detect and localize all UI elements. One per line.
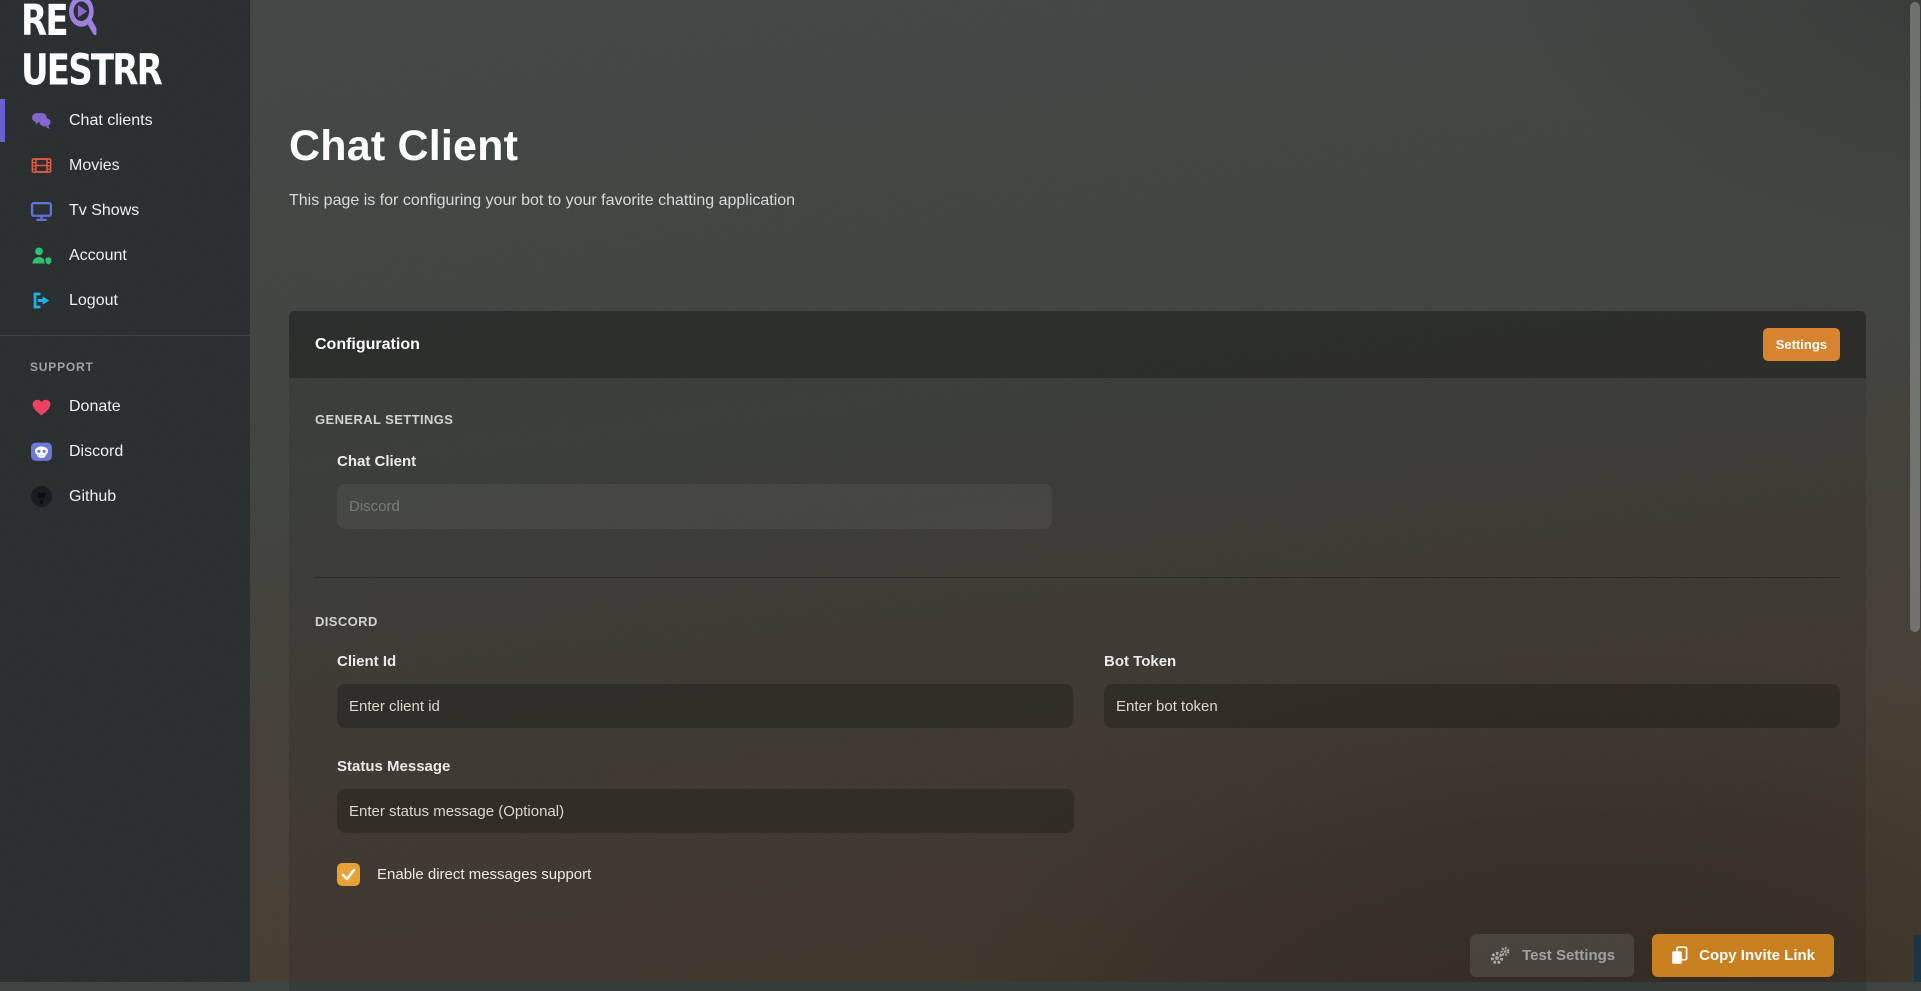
sidebar-item-logout[interactable]: Logout (0, 278, 250, 323)
user-shield-icon (30, 244, 53, 267)
sidebar: REUESTRR Chat clients Movies Tv Shows (0, 0, 250, 982)
sidebar-item-label: Discord (69, 443, 123, 461)
dm-support-checkbox-row[interactable]: Enable direct messages support (337, 863, 1840, 886)
status-message-input[interactable] (337, 789, 1074, 833)
sidebar-item-donate[interactable]: Donate (0, 384, 250, 429)
logo-text: REUESTRR (21, 0, 232, 95)
status-message-field-group: Status Message (337, 758, 1840, 833)
copy-invite-link-label: Copy Invite Link (1699, 947, 1815, 964)
active-indicator (0, 99, 5, 142)
page-title: Chat Client (289, 122, 795, 171)
chat-client-select[interactable]: Discord (337, 484, 1052, 529)
sidebar-divider (0, 335, 250, 336)
magnifier-play-q-icon (68, 0, 97, 48)
logo-text-pre: RE (21, 0, 67, 45)
chat-client-label: Chat Client (337, 453, 1840, 470)
tv-icon (30, 199, 53, 222)
sidebar-item-label: Donate (69, 398, 121, 416)
configuration-card: Configuration Settings GENERAL SETTINGS … (289, 311, 1866, 991)
dm-support-label: Enable direct messages support (377, 866, 591, 883)
vertical-scrollbar-thumb[interactable] (1910, 2, 1920, 632)
film-icon (30, 154, 53, 177)
status-message-label: Status Message (337, 758, 1840, 775)
sidebar-item-github[interactable]: Github (0, 474, 250, 519)
app-logo[interactable]: REUESTRR (0, 0, 250, 70)
client-id-input[interactable] (337, 684, 1073, 728)
sidebar-item-label: Account (69, 247, 127, 265)
settings-button[interactable]: Settings (1763, 328, 1840, 361)
sidebar-item-label: Movies (69, 157, 120, 175)
test-settings-button[interactable]: Test Settings (1470, 934, 1634, 977)
sidebar-item-label: Logout (69, 292, 118, 310)
dm-support-checkbox[interactable] (337, 863, 360, 886)
sidebar-item-tv-shows[interactable]: Tv Shows (0, 188, 250, 233)
discord-icon (30, 440, 53, 463)
sign-out-icon (30, 289, 53, 312)
page-header: Chat Client This page is for configuring… (289, 122, 795, 210)
cogs-icon (1489, 946, 1511, 966)
client-id-label: Client Id (337, 653, 1073, 670)
bot-token-label: Bot Token (1104, 653, 1840, 670)
logo-text-post: UESTRR (21, 45, 161, 94)
sidebar-item-discord[interactable]: Discord (0, 429, 250, 474)
page-subtitle: This page is for configuring your bot to… (289, 192, 795, 210)
copy-icon (1671, 946, 1688, 965)
chat-bubbles-icon (30, 109, 53, 132)
discord-credentials-row: Client Id Bot Token (337, 653, 1840, 728)
chat-client-field-group: Chat Client Discord (337, 453, 1840, 529)
client-id-field-group: Client Id (337, 653, 1073, 728)
bot-token-input[interactable] (1104, 684, 1840, 728)
sidebar-item-movies[interactable]: Movies (0, 143, 250, 188)
check-icon (341, 868, 356, 881)
sidebar-item-chat-clients[interactable]: Chat clients (0, 98, 250, 143)
copy-invite-link-button[interactable]: Copy Invite Link (1652, 934, 1834, 977)
configuration-card-header: Configuration Settings (289, 311, 1866, 378)
sidebar-item-label: Github (69, 488, 116, 506)
section-divider (315, 577, 1840, 578)
sidebar-item-label: Chat clients (69, 112, 153, 130)
sidebar-item-label: Tv Shows (69, 202, 139, 220)
configuration-title: Configuration (315, 336, 420, 354)
sidebar-item-account[interactable]: Account (0, 233, 250, 278)
bot-token-field-group: Bot Token (1104, 653, 1840, 728)
test-settings-label: Test Settings (1522, 947, 1615, 964)
card-footer: Test Settings Copy Invite Link (1470, 934, 1834, 977)
github-icon (30, 485, 53, 508)
heart-icon (30, 395, 53, 418)
sidebar-nav: Chat clients Movies Tv Shows Account (0, 98, 250, 323)
discord-section-header: DISCORD (315, 614, 1840, 629)
sidebar-support-nav: Donate Discord Github (0, 384, 250, 519)
sidebar-section-support: SUPPORT (30, 360, 250, 374)
general-settings-header: GENERAL SETTINGS (315, 412, 1840, 427)
bottom-corner-strip (1914, 935, 1921, 982)
configuration-card-body: GENERAL SETTINGS Chat Client Discord DIS… (289, 378, 1866, 886)
